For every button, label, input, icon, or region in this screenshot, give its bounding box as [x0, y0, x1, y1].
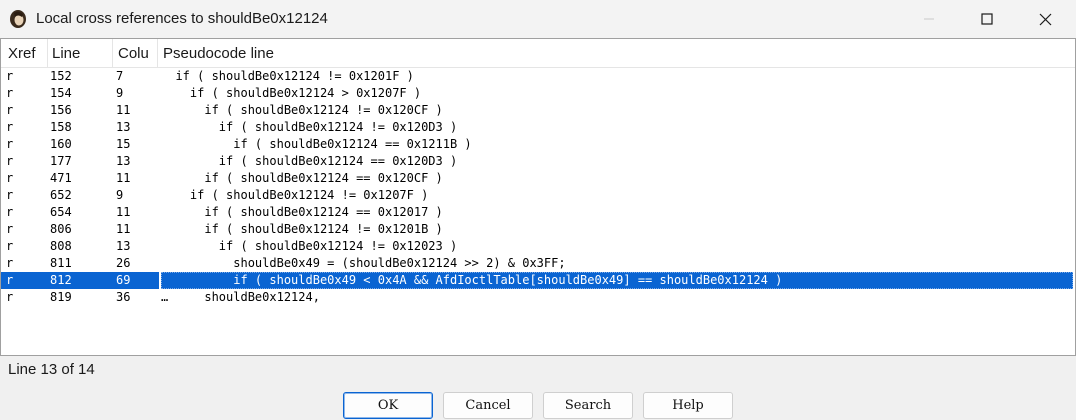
pseudocode-cell: if ( shouldBe0x12124 == 0x1211B ) [161, 137, 472, 151]
table-row[interactable]: r 160 15 if ( shouldBe0x12124 == 0x1211B ) [1, 136, 1075, 153]
close-button[interactable] [1016, 0, 1074, 38]
cancel-button[interactable]: Cancel [443, 392, 533, 419]
table-row[interactable]: r 158 13 if ( shouldBe0x12124 != 0x120D3 ) [1, 119, 1075, 136]
xref-cell: r [6, 205, 14, 219]
column-divider[interactable] [47, 39, 48, 68]
line-cell: 156 [50, 103, 72, 117]
pseudocode-cell: … shouldBe0x12124, [161, 290, 320, 304]
minimize-button[interactable] [900, 0, 958, 38]
xref-cell: r [6, 290, 14, 304]
xref-cell: r [6, 222, 14, 236]
pseudocode-cell: if ( shouldBe0x12124 != 0x1201B ) [161, 222, 443, 236]
table-row[interactable]: r 471 11 if ( shouldBe0x12124 == 0x120CF ) [1, 170, 1075, 187]
xref-cell: r [6, 239, 14, 253]
close-icon [1039, 13, 1051, 25]
column-cell: 11 [116, 205, 131, 219]
line-cell: 806 [50, 222, 72, 236]
column-header-xref[interactable]: Xref [8, 39, 46, 68]
table-row[interactable]: r 654 11 if ( shouldBe0x12124 == 0x12017 ) [1, 204, 1075, 221]
table-row[interactable]: r 819 36 … shouldBe0x12124, [1, 289, 1075, 306]
column-header-line[interactable]: Line [52, 39, 110, 68]
line-cell: 158 [50, 120, 72, 134]
column-cell: 11 [116, 103, 131, 117]
column-cell: 36 [116, 290, 131, 304]
xref-cell: r [6, 273, 14, 287]
column-divider[interactable] [112, 39, 113, 68]
maximize-button[interactable] [958, 0, 1016, 38]
table-row[interactable]: r 156 11 if ( shouldBe0x12124 != 0x120CF ) [1, 102, 1075, 119]
line-cell: 811 [50, 256, 72, 270]
column-cell: 69 [116, 273, 131, 287]
column-cell: 13 [116, 154, 131, 168]
line-cell: 652 [50, 188, 72, 202]
pseudocode-cell: if ( shouldBe0x12124 != 0x1207F ) [161, 188, 429, 202]
column-cell: 15 [116, 137, 131, 151]
pseudocode-cell: if ( shouldBe0x12124 == 0x120CF ) [161, 171, 443, 185]
line-cell: 808 [50, 239, 72, 253]
xref-cell: r [6, 103, 14, 117]
column-header-pseudocode[interactable]: Pseudocode line [163, 39, 1063, 68]
table-row[interactable]: r 811 26 shouldBe0x49 = (shouldBe0x12124 >… [1, 255, 1075, 272]
column-cell: 7 [116, 69, 124, 83]
xref-cell: r [6, 171, 14, 185]
xref-cell: r [6, 137, 14, 151]
xref-cell: r [6, 188, 14, 202]
xref-cell: r [6, 69, 14, 83]
column-cell: 11 [116, 171, 131, 185]
pseudocode-cell: if ( shouldBe0x12124 != 0x120CF ) [161, 103, 443, 117]
column-cell: 13 [116, 120, 131, 134]
table-row[interactable]: r 808 13 if ( shouldBe0x12124 != 0x12023 ) [1, 238, 1075, 255]
line-cell: 819 [50, 290, 72, 304]
column-header-column[interactable]: Colu [118, 39, 154, 68]
pseudocode-cell: if ( shouldBe0x12124 != 0x120D3 ) [161, 120, 458, 134]
column-cell: 9 [116, 86, 124, 100]
line-cell: 812 [50, 273, 72, 287]
table-row[interactable]: r 806 11 if ( shouldBe0x12124 != 0x1201B ) [1, 221, 1075, 238]
pseudocode-cell: if ( shouldBe0x12124 > 0x1207F ) [161, 86, 422, 100]
column-cell: 9 [116, 188, 124, 202]
pseudocode-cell: if ( shouldBe0x12124 != 0x1201F ) [161, 69, 414, 83]
ok-button[interactable]: OK [343, 392, 433, 419]
table-row[interactable]: r 154 9 if ( shouldBe0x12124 > 0x1207F ) [1, 85, 1075, 102]
xref-cell: r [6, 86, 14, 100]
column-divider[interactable] [157, 39, 158, 68]
pseudocode-cell: if ( shouldBe0x12124 == 0x12017 ) [161, 205, 443, 219]
list-header: Xref Line Colu Pseudocode line [1, 39, 1075, 68]
ida-portrait-icon [10, 10, 26, 28]
xref-cell: r [6, 256, 14, 270]
pseudocode-cell: shouldBe0x49 = (shouldBe0x12124 >> 2) & … [161, 256, 566, 270]
line-cell: 160 [50, 137, 72, 151]
table-row[interactable]: r 812 69 if ( shouldBe0x49 < 0x4A && AfdIo… [1, 272, 1075, 289]
line-cell: 654 [50, 205, 72, 219]
title-bar[interactable]: Local cross references to shouldBe0x1212… [0, 0, 1076, 38]
xref-list[interactable]: Xref Line Colu Pseudocode line r 152 7 if … [0, 38, 1076, 356]
line-cell: 471 [50, 171, 72, 185]
line-cell: 152 [50, 69, 72, 83]
xref-cell: r [6, 120, 14, 134]
column-cell: 11 [116, 222, 131, 236]
window-title: Local cross references to shouldBe0x1212… [36, 10, 328, 27]
line-cell: 154 [50, 86, 72, 100]
pseudocode-cell: if ( shouldBe0x12124 == 0x120D3 ) [161, 154, 458, 168]
table-row[interactable]: r 652 9 if ( shouldBe0x12124 != 0x1207F ) [1, 187, 1075, 204]
table-row[interactable]: r 152 7 if ( shouldBe0x12124 != 0x1201F ) [1, 68, 1075, 85]
column-cell: 26 [116, 256, 131, 270]
search-button[interactable]: Search [543, 392, 633, 419]
table-row[interactable]: r 177 13 if ( shouldBe0x12124 == 0x120D3 ) [1, 153, 1075, 170]
column-cell: 13 [116, 239, 131, 253]
pseudocode-cell: if ( shouldBe0x12124 != 0x12023 ) [161, 239, 458, 253]
help-button[interactable]: Help [643, 392, 733, 419]
line-cell: 177 [50, 154, 72, 168]
status-text: Line 13 of 14 [8, 361, 95, 378]
xref-cell: r [6, 154, 14, 168]
maximize-icon [981, 13, 993, 25]
minimize-icon [924, 18, 934, 20]
pseudocode-cell: if ( shouldBe0x49 < 0x4A && AfdIoctlTabl… [161, 272, 1073, 289]
